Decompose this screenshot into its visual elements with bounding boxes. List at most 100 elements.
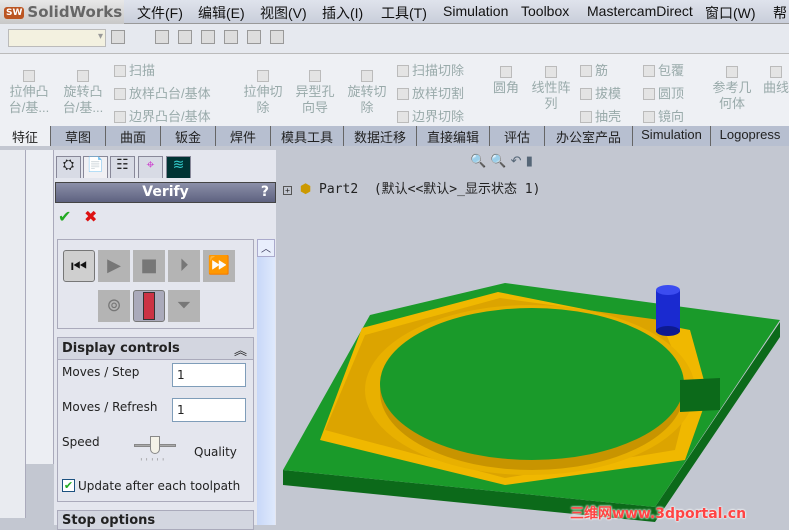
menu-file[interactable]: 文件(F) bbox=[137, 3, 183, 23]
collapse-icon[interactable]: ︽ bbox=[234, 340, 247, 359]
tab-direct-editing[interactable]: 直接编辑 bbox=[416, 126, 489, 146]
zoom-area-icon[interactable]: 🔍 bbox=[490, 154, 506, 169]
section-view-icon[interactable]: ▮ bbox=[526, 154, 533, 169]
step-button[interactable]: ⏵ bbox=[168, 250, 200, 282]
tab-mold-tools[interactable]: 模具工具 bbox=[270, 126, 343, 146]
tab-office-products[interactable]: 办公室产品 bbox=[544, 126, 632, 146]
toolbar: ▾ bbox=[0, 24, 789, 54]
slider-thumb[interactable] bbox=[150, 436, 160, 454]
tab-data-migration[interactable]: 数据迁移 bbox=[343, 126, 416, 146]
display-controls-section: Display controls ︽ Moves / Step 1 Moves /… bbox=[57, 337, 254, 502]
sweep-cut-button[interactable]: 扫描切除 bbox=[397, 60, 464, 79]
rib-button[interactable]: 筋 bbox=[580, 60, 608, 79]
tool-display-button[interactable]: ⊚ bbox=[98, 290, 130, 322]
stock-icon bbox=[143, 292, 155, 320]
menu-bar: SW SolidWorks 文件(F) 编辑(E) 视图(V) 插入(I) 工具(… bbox=[0, 0, 789, 41]
tab-sketch[interactable]: 草图 bbox=[50, 126, 105, 146]
zoom-to-fit-icon[interactable]: 🔍 bbox=[470, 154, 486, 169]
filter-button[interactable]: ⏷ bbox=[168, 290, 200, 322]
ok-check-icon[interactable]: ✔ bbox=[58, 207, 71, 226]
menu-mastercamdirect[interactable]: MastercamDirect bbox=[587, 3, 693, 19]
graphics-viewport[interactable] bbox=[277, 146, 789, 525]
part-icon: ⬢ bbox=[299, 182, 312, 197]
stop-button[interactable]: ■ bbox=[133, 250, 165, 282]
boundary-cut-button[interactable]: 边界切除 bbox=[397, 106, 464, 125]
menu-toolbox[interactable]: Toolbox bbox=[521, 3, 569, 19]
rewind-button[interactable]: ⏮ bbox=[63, 250, 95, 282]
menu-tools[interactable]: 工具(T) bbox=[381, 3, 427, 23]
boss-top bbox=[380, 308, 684, 460]
feature-tree-flyout[interactable]: + ⬢ Part2 (默认<<默认>_显示状态 1) bbox=[283, 178, 540, 197]
dimension-icon[interactable] bbox=[270, 30, 284, 44]
view-toolbar bbox=[26, 150, 54, 464]
layer-icon[interactable] bbox=[155, 30, 169, 44]
menu-edit[interactable]: 编辑(E) bbox=[198, 3, 245, 23]
update-checkbox[interactable]: ✔ bbox=[62, 479, 75, 492]
wrap-icon bbox=[643, 65, 655, 77]
tab-surfaces[interactable]: 曲面 bbox=[105, 126, 160, 146]
fillet-button[interactable]: 圆角 bbox=[490, 64, 522, 96]
extrude-cut-button[interactable]: 拉伸切除 bbox=[240, 68, 286, 116]
linear-pattern-button[interactable]: 线性阵列 bbox=[528, 64, 574, 112]
curves-button[interactable]: 曲线 bbox=[760, 64, 789, 96]
display-tab[interactable]: ≋ bbox=[166, 156, 191, 178]
menu-window[interactable]: 窗口(W) bbox=[705, 3, 756, 23]
moves-refresh-input[interactable]: 1 bbox=[172, 398, 246, 422]
menu-insert[interactable]: 插入(I) bbox=[322, 3, 363, 23]
menu-view[interactable]: 视图(V) bbox=[260, 3, 307, 23]
wrap-button[interactable]: 包覆 bbox=[643, 60, 684, 79]
dimxpert-tab[interactable]: ⌖ bbox=[138, 156, 163, 178]
previous-view-icon[interactable]: ↶ bbox=[511, 154, 522, 169]
feature-tree-tab[interactable]: ⛭ bbox=[56, 156, 81, 178]
dome-button[interactable]: 圆顶 bbox=[643, 83, 684, 102]
revolve-boss-button[interactable]: 旋转凸台/基... bbox=[58, 68, 108, 116]
configuration-tab[interactable]: ☷ bbox=[110, 156, 135, 178]
align-icon[interactable] bbox=[247, 30, 261, 44]
loft-cut-button[interactable]: 放样切割 bbox=[397, 83, 464, 102]
revolve-icon bbox=[77, 70, 89, 82]
scroll-up-button[interactable]: ︿ bbox=[257, 239, 275, 257]
tab-logopress[interactable]: Logopress bbox=[710, 126, 789, 146]
tab-simulation[interactable]: Simulation bbox=[632, 126, 710, 146]
extrude-boss-button[interactable]: 拉伸凸台/基... bbox=[4, 68, 54, 116]
loft-button[interactable]: 放样凸台/基体 bbox=[114, 83, 211, 102]
cancel-x-icon[interactable]: ✖ bbox=[84, 207, 97, 226]
lines-icon[interactable] bbox=[201, 30, 215, 44]
panel-scrollbar[interactable] bbox=[257, 239, 275, 525]
mirror-button[interactable]: 镜向 bbox=[643, 106, 684, 125]
part-name[interactable]: Part2 bbox=[319, 182, 358, 197]
chevron-down-icon: ▾ bbox=[97, 31, 103, 42]
fast-forward-button[interactable]: ⏩ bbox=[203, 250, 235, 282]
moves-step-input[interactable]: 1 bbox=[172, 363, 246, 387]
property-manager-tab[interactable]: 📄 bbox=[83, 156, 108, 178]
stock-display-button[interactable] bbox=[133, 290, 165, 322]
tab-weldments[interactable]: 焊件 bbox=[215, 126, 270, 146]
update-label: Update after each toolpath bbox=[78, 479, 241, 493]
revolve-cut-button[interactable]: 旋转切除 bbox=[344, 68, 390, 116]
tab-evaluate[interactable]: 评估 bbox=[489, 126, 544, 146]
dome-icon bbox=[643, 88, 655, 100]
config-combo[interactable]: ▾ bbox=[8, 29, 106, 47]
grid-icon[interactable] bbox=[224, 30, 238, 44]
layer-icon[interactable] bbox=[111, 30, 125, 44]
playback-controls: ⏮ ▶ ■ ⏵ ⏩ ⊚ ⏷ bbox=[57, 239, 254, 329]
help-button[interactable]: ? bbox=[261, 184, 269, 200]
draft-icon bbox=[580, 88, 592, 100]
brush-icon[interactable] bbox=[178, 30, 192, 44]
watermark: 三维网www.3dportal.cn bbox=[570, 506, 747, 522]
expand-icon[interactable]: + bbox=[283, 186, 292, 195]
boundary-icon bbox=[114, 111, 126, 123]
tab-features[interactable]: 特征 bbox=[0, 126, 50, 146]
menu-simulation[interactable]: Simulation bbox=[443, 3, 508, 19]
display-controls-header[interactable]: Display controls ︽ bbox=[58, 338, 253, 360]
shell-button[interactable]: 抽壳 bbox=[580, 106, 621, 125]
play-button[interactable]: ▶ bbox=[98, 250, 130, 282]
draft-button[interactable]: 拔模 bbox=[580, 83, 621, 102]
hole-wizard-button[interactable]: 异型孔向导 bbox=[292, 68, 338, 116]
part-config: (默认<<默认>_显示状态 1) bbox=[373, 182, 541, 197]
sweep-button[interactable]: 扫描 bbox=[114, 60, 155, 79]
tab-sheet-metal[interactable]: 钣金 bbox=[160, 126, 215, 146]
stop-options-header[interactable]: Stop options bbox=[57, 510, 254, 530]
boundary-boss-button[interactable]: 边界凸台/基体 bbox=[114, 106, 211, 125]
reference-geometry-button[interactable]: 参考几何体 bbox=[710, 64, 754, 112]
